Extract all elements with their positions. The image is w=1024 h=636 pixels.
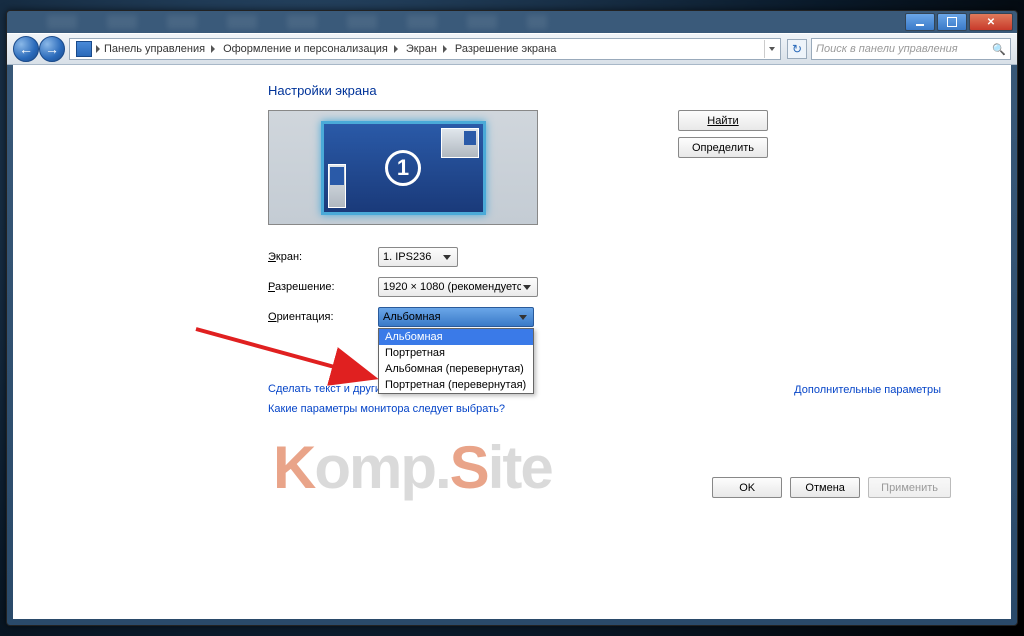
orientation-option[interactable]: Альбомная <box>379 329 533 345</box>
control-panel-icon <box>76 41 92 57</box>
address-dropdown[interactable] <box>764 40 778 58</box>
resolution-combo[interactable]: 1920 × 1080 (рекомендуется) <box>378 277 538 297</box>
back-button[interactable]: ← <box>13 36 39 62</box>
content: Настройки экрана 1 Найти Определить Экра… <box>13 65 1011 619</box>
monitor-number: 1 <box>385 150 421 186</box>
apply-button[interactable]: Применить <box>868 477 951 498</box>
display-combo[interactable]: 1. IPS236 <box>378 247 458 267</box>
settings-form: Экран: 1. IPS236 Разрешение: 1920 × 1080… <box>268 247 1011 327</box>
orientation-dropdown: Альбомная Портретная Альбомная (переверн… <box>378 328 534 394</box>
toolbar: ← → Панель управления Оформление и персо… <box>7 33 1017 65</box>
cancel-button[interactable]: Отмена <box>790 477 860 498</box>
monitor-1[interactable]: 1 <box>321 121 486 215</box>
breadcrumb-item: Разрешение экрана <box>451 43 560 55</box>
chevron-right-icon <box>211 45 215 53</box>
orientation-combo[interactable]: Альбомная Альбомная Портретная Альбомная… <box>378 307 534 327</box>
action-buttons: OK Отмена Применить <box>712 477 951 498</box>
chevron-right-icon <box>443 45 447 53</box>
forward-button[interactable]: → <box>39 36 65 62</box>
chevron-down-icon <box>441 255 453 260</box>
titlebar <box>7 11 1017 33</box>
orientation-option[interactable]: Альбомная (перевернутая) <box>379 361 533 377</box>
orientation-option[interactable]: Портретная <box>379 345 533 361</box>
display-label: Экран: <box>268 251 378 263</box>
breadcrumb-item: Панель управления <box>100 43 219 55</box>
explorer-window: ← → Панель управления Оформление и персо… <box>6 10 1018 626</box>
titlebar-blur <box>47 15 547 29</box>
orientation-label: Ориентация: <box>268 311 378 323</box>
display-preview[interactable]: 1 <box>268 110 538 225</box>
content-frame: Настройки экрана 1 Найти Определить Экра… <box>13 65 1011 619</box>
monitor-thumb-icon <box>441 128 479 158</box>
maximize-button[interactable] <box>937 13 967 31</box>
identify-button[interactable]: Определить <box>678 137 768 158</box>
monitor-taskbar-icon <box>328 164 346 208</box>
refresh-button[interactable]: ↻ <box>787 39 807 59</box>
orientation-option[interactable]: Портретная (перевернутая) <box>379 377 533 393</box>
minimize-button[interactable] <box>905 13 935 31</box>
ok-button[interactable]: OK <box>712 477 782 498</box>
chevron-right-icon <box>394 45 398 53</box>
advanced-settings-link[interactable]: Дополнительные параметры <box>794 384 941 396</box>
breadcrumb-item: Оформление и персонализация <box>219 43 402 55</box>
breadcrumb-item: Экран <box>402 43 451 55</box>
preview-row: 1 Найти Определить <box>268 110 1011 225</box>
find-button[interactable]: Найти <box>678 110 768 131</box>
which-monitor-link[interactable]: Какие параметры монитора следует выбрать… <box>268 403 1011 415</box>
address-bar[interactable]: Панель управления Оформление и персонали… <box>69 38 781 60</box>
page-title: Настройки экрана <box>268 83 1011 98</box>
resolution-label: Разрешение: <box>268 281 378 293</box>
search-input[interactable]: Поиск в панели управления 🔍 <box>811 38 1011 60</box>
chevron-down-icon <box>517 315 529 320</box>
chevron-down-icon <box>521 285 533 290</box>
search-icon: 🔍 <box>992 43 1006 56</box>
close-button[interactable] <box>969 13 1013 31</box>
search-placeholder: Поиск в панели управления <box>816 43 958 55</box>
